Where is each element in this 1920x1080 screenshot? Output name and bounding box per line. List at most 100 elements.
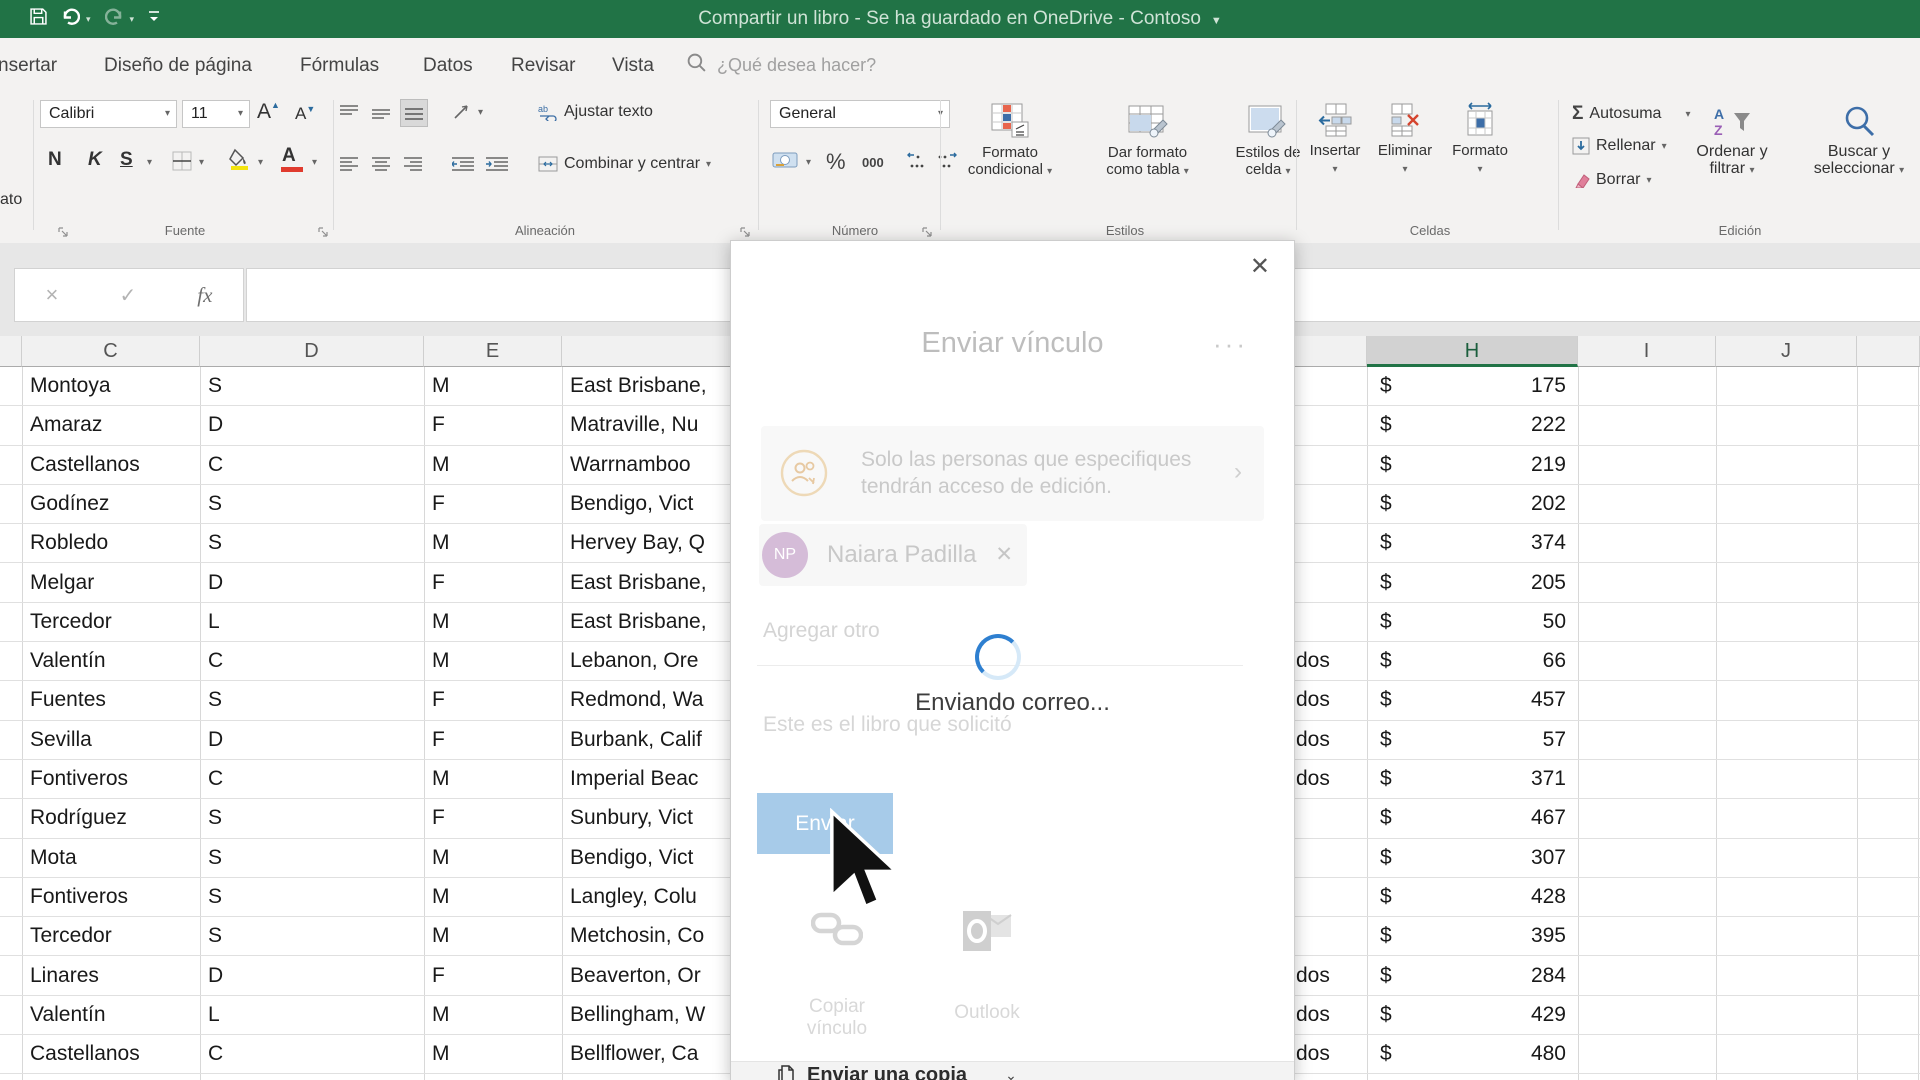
align-top-button[interactable] bbox=[340, 105, 358, 124]
tab-datos[interactable]: Datos bbox=[423, 55, 473, 77]
font-size-select[interactable]: 11▾ bbox=[182, 100, 250, 128]
cell-lastname[interactable]: Sevilla bbox=[30, 721, 195, 759]
cell-amount[interactable]: 219 bbox=[1420, 446, 1566, 484]
find-select-button[interactable]: Buscar yseleccionar ▾ bbox=[1800, 105, 1918, 179]
cell-d[interactable]: L bbox=[208, 996, 418, 1034]
fill-color-dropdown-icon[interactable]: ▾ bbox=[258, 157, 263, 168]
cell-amount[interactable]: 457 bbox=[1420, 681, 1566, 719]
cell-country-fragment[interactable]: dos bbox=[1296, 681, 1362, 719]
cell-e[interactable]: M bbox=[432, 878, 557, 916]
recipient-chip[interactable]: NP Naiara Padilla ✕ bbox=[759, 524, 1027, 586]
borders-button[interactable] bbox=[172, 151, 192, 176]
cell-amount[interactable]: 57 bbox=[1420, 721, 1566, 759]
cell-amount[interactable]: 202 bbox=[1420, 485, 1566, 523]
sort-filter-button[interactable]: A Z Ordenar yfiltrar ▾ bbox=[1672, 105, 1792, 179]
cell-lastname[interactable]: Amaraz bbox=[30, 406, 195, 444]
cell-city[interactable]: East Brisbane, bbox=[570, 564, 728, 602]
cell-city[interactable]: East Brisbane, bbox=[570, 367, 728, 405]
cell-d[interactable]: S bbox=[208, 367, 418, 405]
cell-city[interactable]: Warrnamboo bbox=[570, 446, 728, 484]
cell-lastname[interactable]: Mota bbox=[30, 839, 195, 877]
cell-city[interactable]: Bellingham, W bbox=[570, 996, 728, 1034]
remove-recipient-icon[interactable]: ✕ bbox=[995, 524, 1013, 586]
align-left-button[interactable] bbox=[340, 157, 358, 176]
cell-d[interactable]: S bbox=[208, 799, 418, 837]
cell-e[interactable]: F bbox=[432, 485, 557, 523]
cell-country-fragment[interactable]: dos bbox=[1296, 760, 1362, 798]
cell-lastname[interactable]: Tercedor bbox=[30, 917, 195, 955]
permission-selector[interactable]: Solo las personas que especifiques tendr… bbox=[761, 426, 1264, 521]
cell-city[interactable]: Bellflower, Ca bbox=[570, 1035, 728, 1073]
cell-d[interactable]: C bbox=[208, 760, 418, 798]
cell-lastname[interactable]: Fuentes bbox=[30, 681, 195, 719]
column-header-b-sliver[interactable] bbox=[0, 336, 22, 367]
cell-amount[interactable]: 284 bbox=[1420, 957, 1566, 995]
column-header-h-selected[interactable]: H bbox=[1367, 336, 1578, 367]
cell-lastname[interactable]: Tercedor bbox=[30, 603, 195, 641]
cell-amount[interactable]: 66 bbox=[1420, 642, 1566, 680]
font-color-button[interactable]: A bbox=[282, 145, 296, 167]
increase-decimal-button[interactable] bbox=[906, 151, 928, 176]
clipboard-dialog-launcher-icon[interactable] bbox=[58, 225, 69, 236]
cell-d[interactable]: D bbox=[208, 406, 418, 444]
cell-e[interactable]: F bbox=[432, 721, 557, 759]
cell-city[interactable]: Hervey Bay, Q bbox=[570, 524, 728, 562]
cell-city[interactable]: Lebanon, Ore bbox=[570, 642, 728, 680]
cell-amount[interactable]: 371 bbox=[1420, 760, 1566, 798]
format-as-table-button[interactable]: Dar formatocomo tabla ▾ bbox=[1085, 102, 1210, 180]
cell-d[interactable]: D bbox=[208, 721, 418, 759]
cell-amount[interactable]: 429 bbox=[1420, 996, 1566, 1034]
cell-city[interactable]: Redmond, Wa bbox=[570, 681, 728, 719]
cell-d[interactable]: S bbox=[208, 839, 418, 877]
cell-country-fragment[interactable]: dos bbox=[1296, 957, 1362, 995]
send-copy-button[interactable]: Enviar una copia ⌄ bbox=[777, 1064, 1017, 1080]
format-cells-button[interactable]: Formato▾ bbox=[1442, 102, 1518, 178]
cell-d[interactable]: S bbox=[208, 485, 418, 523]
column-header-e[interactable]: E bbox=[424, 336, 562, 367]
tab-diseno[interactable]: Diseño de página bbox=[104, 55, 252, 77]
font-color-dropdown-icon[interactable]: ▾ bbox=[312, 157, 317, 168]
cell-e[interactable]: M bbox=[432, 367, 557, 405]
decrease-indent-button[interactable] bbox=[452, 157, 474, 176]
grow-font-button[interactable]: A▲ bbox=[257, 100, 280, 124]
tab-insertar[interactable]: nsertar bbox=[0, 55, 57, 77]
cell-amount[interactable]: 222 bbox=[1420, 406, 1566, 444]
cell-city[interactable]: Bendigo, Vict bbox=[570, 485, 728, 523]
insert-function-icon[interactable]: fx bbox=[197, 283, 212, 308]
cell-e[interactable]: M bbox=[432, 642, 557, 680]
cell-lastname[interactable]: Godínez bbox=[30, 485, 195, 523]
conditional-formatting-button[interactable]: Formatocondicional ▾ bbox=[955, 102, 1065, 180]
cell-lastname[interactable]: Fontiveros bbox=[30, 878, 195, 916]
cell-d[interactable]: C bbox=[208, 642, 418, 680]
add-recipient-placeholder[interactable]: Agregar otro bbox=[763, 619, 880, 643]
orientation-dropdown-icon[interactable]: ▾ bbox=[478, 107, 483, 118]
cell-d[interactable]: L bbox=[208, 603, 418, 641]
cell-amount[interactable]: 395 bbox=[1420, 917, 1566, 955]
tell-me-search[interactable]: ¿Qué desea hacer? bbox=[686, 52, 876, 78]
cell-d[interactable]: S bbox=[208, 878, 418, 916]
outlook-option[interactable]: Outlook bbox=[927, 909, 1047, 1024]
cell-lastname[interactable]: Castellanos bbox=[30, 1035, 195, 1073]
cell-e[interactable]: M bbox=[432, 603, 557, 641]
cell-d[interactable]: C bbox=[208, 446, 418, 484]
cancel-icon[interactable]: × bbox=[46, 282, 59, 308]
cell-city[interactable]: Metchosin, Co bbox=[570, 917, 728, 955]
cell-city[interactable]: Bendigo, Vict bbox=[570, 839, 728, 877]
increase-indent-button[interactable] bbox=[486, 157, 508, 176]
cell-e[interactable]: M bbox=[432, 839, 557, 877]
cell-amount[interactable]: 307 bbox=[1420, 839, 1566, 877]
cell-amount[interactable]: 175 bbox=[1420, 367, 1566, 405]
copy-format-label-fragment[interactable]: ato bbox=[0, 191, 22, 209]
column-header-j[interactable]: J bbox=[1716, 336, 1857, 367]
align-bottom-button-selected[interactable] bbox=[400, 99, 428, 127]
accounting-dropdown-icon[interactable]: ▾ bbox=[806, 157, 811, 168]
borders-dropdown-icon[interactable]: ▾ bbox=[199, 157, 204, 168]
cell-e[interactable]: F bbox=[432, 957, 557, 995]
cell-amount[interactable]: 205 bbox=[1420, 564, 1566, 602]
cell-d[interactable]: C bbox=[208, 1035, 418, 1073]
align-right-button[interactable] bbox=[404, 157, 422, 176]
comma-style-button[interactable]: 000 bbox=[862, 155, 884, 170]
orientation-button[interactable] bbox=[452, 101, 472, 126]
cell-city[interactable]: Langley, Colu bbox=[570, 878, 728, 916]
accounting-format-button[interactable] bbox=[772, 151, 798, 174]
